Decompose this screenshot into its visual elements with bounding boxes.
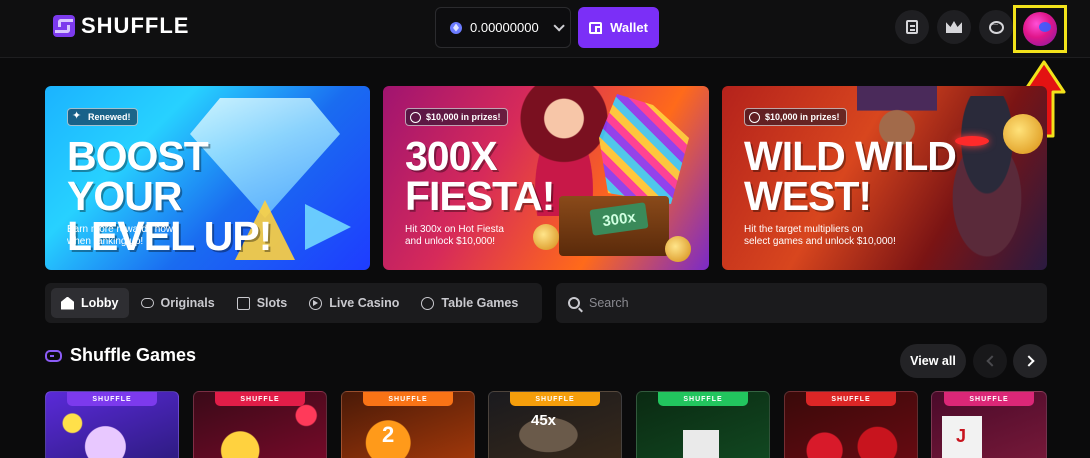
chevron-right-icon — [1022, 355, 1035, 367]
slots-icon — [236, 296, 250, 310]
search-bar — [556, 283, 1047, 323]
logo-text: SHUFFLE — [81, 13, 190, 38]
tab-label: Live Casino — [329, 296, 400, 310]
game-card[interactable]: SHUFFLE — [45, 391, 179, 458]
balance-selector[interactable]: 0.00000000 — [435, 7, 571, 48]
search-icon — [568, 297, 580, 309]
card-tag: SHUFFLE — [510, 392, 600, 406]
play-icon — [309, 296, 323, 310]
section-title: Shuffle Games — [70, 345, 197, 365]
category-tabs: Lobby Originals Slots Live Casino Table … — [45, 283, 542, 323]
badge-text: $10,000 in prizes! — [765, 112, 840, 122]
card-art-text: 45x — [531, 412, 557, 429]
banner-subtitle: Earn more rewards now when ranking up! — [67, 224, 174, 247]
tab-originals[interactable]: Originals — [131, 288, 225, 318]
target-icon — [410, 111, 421, 123]
balance-value: 0.00000000 — [470, 20, 539, 35]
home-icon — [61, 296, 74, 310]
target-icon — [749, 111, 760, 123]
card-tag: SHUFFLE — [658, 392, 748, 406]
gamepad-icon — [140, 298, 154, 308]
tab-slots[interactable]: Slots — [227, 288, 298, 318]
coin-art — [665, 236, 691, 262]
shuffle-logo-icon — [53, 15, 75, 37]
promo-banner-boost[interactable]: Renewed! BOOST YOUR LEVEL UP! Earn more … — [45, 86, 370, 270]
shuffle-logo[interactable]: SHUFFLE — [53, 13, 189, 39]
bet-slip-button[interactable] — [895, 10, 929, 44]
chat-icon — [988, 19, 1004, 34]
card-tag: SHUFFLE — [215, 392, 305, 406]
badge-text: Renewed! — [88, 112, 131, 122]
card-tag: SHUFFLE — [363, 392, 453, 406]
tab-table-games[interactable]: Table Games — [411, 288, 528, 318]
wallet-button[interactable]: Wallet — [578, 7, 659, 48]
banner-subtitle: Hit the target multipliers on select gam… — [744, 224, 896, 247]
crown-icon — [946, 21, 962, 33]
game-card[interactable]: 2 SHUFFLE — [341, 391, 475, 458]
tab-label: Table Games — [441, 296, 519, 310]
game-card[interactable]: SHUFFLE — [784, 391, 918, 458]
carousel-prev-button[interactable] — [973, 344, 1007, 378]
badge-text: $10,000 in prizes! — [426, 112, 501, 122]
gamepad-icon — [45, 349, 62, 362]
chip-icon — [421, 296, 435, 310]
search-input[interactable] — [589, 296, 1009, 310]
promo-banner-wild-west[interactable]: $10,000 in prizes! WILD WILD WEST! Hit t… — [722, 86, 1047, 270]
tab-label: Originals — [160, 296, 215, 310]
banner-title: 300X FIESTA! — [405, 133, 555, 219]
card-tag: SHUFFLE — [806, 392, 896, 406]
tab-live-casino[interactable]: Live Casino — [299, 288, 409, 318]
game-card[interactable]: SHUFFLE — [193, 391, 327, 458]
view-all-button[interactable]: View all — [900, 344, 966, 378]
carousel-next-button[interactable] — [1013, 344, 1047, 378]
vip-button[interactable] — [937, 10, 971, 44]
section-heading: Shuffle Games — [45, 345, 196, 366]
game-card[interactable]: 45x SHUFFLE — [488, 391, 622, 458]
card-tag: SHUFFLE — [67, 392, 157, 406]
card-art-text: 2 — [382, 422, 395, 447]
card-art-text: J — [956, 426, 967, 446]
top-header: SHUFFLE 0.00000000 Wallet — [0, 0, 1090, 58]
sparkle-icon — [72, 109, 83, 123]
wallet-label: Wallet — [610, 20, 648, 35]
user-avatar[interactable] — [1023, 12, 1057, 46]
game-card[interactable]: J SHUFFLE — [931, 391, 1047, 458]
tab-lobby[interactable]: Lobby — [51, 288, 129, 318]
profile-highlight-box — [1013, 5, 1067, 53]
game-card[interactable]: SHUFFLE — [636, 391, 770, 458]
banner-badge: $10,000 in prizes! — [744, 108, 847, 126]
coin-art — [1003, 114, 1043, 154]
banner-title: WILD WILD WEST! — [744, 133, 957, 219]
promo-banner-fiesta[interactable]: 300x $10,000 in prizes! 300X FIESTA! Hit… — [383, 86, 709, 270]
tab-label: Slots — [256, 296, 288, 310]
tab-label: Lobby — [81, 296, 119, 310]
ethereum-icon — [450, 21, 462, 34]
banner-subtitle: Hit 300x on Hot Fiesta and unlock $10,00… — [405, 224, 504, 247]
banner-badge: $10,000 in prizes! — [405, 108, 508, 126]
banner-badge: Renewed! — [67, 108, 138, 126]
chevron-left-icon — [985, 355, 998, 367]
card-tag: SHUFFLE — [944, 392, 1034, 406]
chevron-down-icon — [553, 19, 565, 32]
wallet-icon — [589, 21, 603, 34]
chat-button[interactable] — [979, 10, 1013, 44]
notes-icon — [906, 20, 918, 34]
